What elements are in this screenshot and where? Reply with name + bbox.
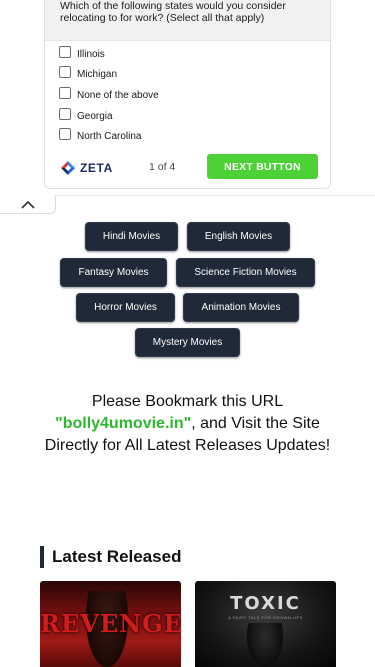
survey-option-michigan[interactable]: Michigan — [59, 65, 330, 86]
movie-poster-revenge[interactable]: REVENGE — [40, 581, 181, 667]
bookmark-url: "bolly4umovie.in" — [55, 415, 192, 432]
checkbox[interactable] — [59, 45, 71, 58]
ad-divider — [56, 195, 375, 196]
genre-button-mystery[interactable]: Mystery Movies — [135, 328, 240, 357]
checkbox[interactable] — [59, 128, 71, 141]
poster-figure — [247, 623, 283, 667]
survey-option-north-carolina[interactable]: North Carolina — [59, 126, 330, 147]
survey-option-illinois[interactable]: Illinois — [59, 44, 330, 65]
latest-released-heading: Latest Released — [40, 546, 181, 568]
collapse-ad-button[interactable] — [0, 195, 56, 214]
survey-option-none[interactable]: None of the above — [59, 85, 330, 106]
poster-title: TOXIC — [230, 593, 301, 614]
survey-option-label: None of the above — [77, 89, 159, 101]
survey-footer: ZETA 1 of 4 NEXT BUTTON — [45, 153, 330, 181]
zeta-logo-icon — [61, 161, 75, 175]
next-button[interactable]: NEXT BUTTON — [207, 154, 318, 179]
checkbox[interactable] — [59, 66, 71, 79]
page: Which of the following states would you … — [0, 0, 375, 667]
bookmark-notice: Please Bookmark this URL "bolly4umovie.i… — [30, 391, 345, 457]
genre-button-hindi[interactable]: Hindi Movies — [85, 222, 178, 251]
survey-option-label: Georgia — [77, 110, 113, 122]
survey-option-label: North Carolina — [77, 131, 142, 143]
survey-option-label: Michigan — [77, 69, 118, 81]
movie-poster-toxic[interactable]: TOXIC A FAIRY TALE FOR GROWN-UPS — [195, 581, 336, 667]
genre-button-horror[interactable]: Horror Movies — [76, 293, 175, 322]
survey-options: Illinois Michigan None of the above Geor… — [45, 41, 330, 147]
poster-tagline: A FAIRY TALE FOR GROWN-UPS — [228, 615, 303, 620]
checkbox[interactable] — [59, 86, 71, 99]
genre-button-animation[interactable]: Animation Movies — [183, 293, 299, 322]
survey-option-label: Illinois — [77, 48, 105, 60]
survey-question: Which of the following states would you … — [45, 0, 330, 41]
zeta-brand-name: ZETA — [80, 161, 113, 175]
checkbox[interactable] — [59, 107, 71, 120]
genre-button-fantasy[interactable]: Fantasy Movies — [60, 258, 167, 287]
survey-option-georgia[interactable]: Georgia — [59, 106, 330, 127]
zeta-logo: ZETA — [59, 159, 113, 177]
survey-ad-card: Which of the following states would you … — [44, 0, 331, 189]
adchoices-icon[interactable] — [363, 0, 375, 1]
bookmark-prefix: Please Bookmark this URL — [91, 393, 284, 410]
genre-button-english[interactable]: English Movies — [187, 222, 290, 251]
genre-button-sci-fi[interactable]: Science Fiction Movies — [176, 258, 315, 287]
survey-pager: 1 of 4 — [149, 161, 176, 173]
chevron-up-icon — [20, 200, 35, 209]
poster-title: REVENGE — [40, 609, 181, 638]
